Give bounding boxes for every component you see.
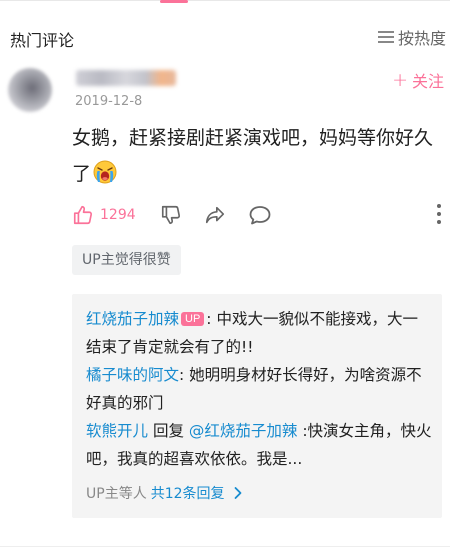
- up-badge: UP: [181, 312, 205, 326]
- like-count: 1294: [100, 207, 136, 223]
- chevron-right-icon: [234, 487, 241, 499]
- reply-count: 共12条回复: [150, 486, 225, 502]
- top-divider: [0, 0, 450, 1]
- comment-body: 女鹅，赶紧接剧赶紧演戏吧，妈妈等你好久了: [72, 127, 434, 185]
- comment-bubble-icon: [249, 206, 271, 225]
- list-item: 软熊开儿 回复 @红烧茄子加辣 :快演女主角，快火吧，我真的超喜欢依依。我是..…: [86, 417, 432, 473]
- sort-lines-icon: [377, 30, 394, 44]
- list-item: 红烧茄子加辣 UP: 中戏大一貌似不能接戏，大一结束了肯定就会有了的!!: [86, 305, 432, 361]
- reply-username[interactable]: 橘子味的阿文: [86, 366, 179, 384]
- view-all-replies-link[interactable]: UP主等人 共12条回复: [86, 483, 432, 503]
- thumbs-up-icon: [73, 205, 93, 225]
- share-icon: [205, 206, 224, 224]
- reply-username[interactable]: 软熊开儿: [86, 422, 148, 440]
- sort-label: 按热度: [397, 29, 446, 48]
- dislike-button[interactable]: [160, 204, 182, 226]
- reply-button[interactable]: [248, 204, 272, 226]
- thumbs-down-icon: [161, 205, 180, 225]
- active-tab-indicator: [160, 0, 188, 3]
- hot-comments-header: 热门评论 按热度: [0, 18, 450, 54]
- like-button[interactable]: 1294: [72, 204, 136, 226]
- reply-preview-box[interactable]: 红烧茄子加辣 UP: 中戏大一貌似不能接戏，大一结束了肯定就会有了的!! 橘子味的…: [72, 294, 442, 518]
- plus-icon: +: [392, 69, 408, 91]
- up-liked-badge: UP主觉得很赞: [72, 245, 181, 275]
- avatar[interactable]: [8, 68, 52, 112]
- follow-button[interactable]: + 关注: [392, 68, 444, 92]
- sort-by-heat-button[interactable]: 按热度: [377, 25, 446, 49]
- bottom-divider: [0, 546, 450, 547]
- comment-actions: 1294: [72, 200, 450, 230]
- section-title: 热门评论: [10, 31, 75, 50]
- comment-text: 女鹅，赶紧接剧赶紧演戏吧，妈妈等你好久了: [72, 120, 442, 192]
- reply-summary-prefix: UP主等人: [86, 486, 147, 502]
- crying-emoji-icon: [93, 160, 117, 184]
- reply-username[interactable]: 红烧茄子加辣: [86, 310, 179, 328]
- username-blurred[interactable]: [76, 70, 176, 86]
- list-item: 橘子味的阿文: 她明明身材好长得好，为啥资源不好真的邪门: [86, 361, 432, 417]
- more-options-icon[interactable]: [436, 204, 442, 224]
- reply-to-label: 回复: [148, 422, 189, 440]
- mention-link[interactable]: @红烧茄子加辣: [189, 422, 298, 440]
- follow-label: 关注: [411, 72, 444, 91]
- comment-date: 2019-12-8: [75, 94, 143, 109]
- share-button[interactable]: [204, 204, 226, 226]
